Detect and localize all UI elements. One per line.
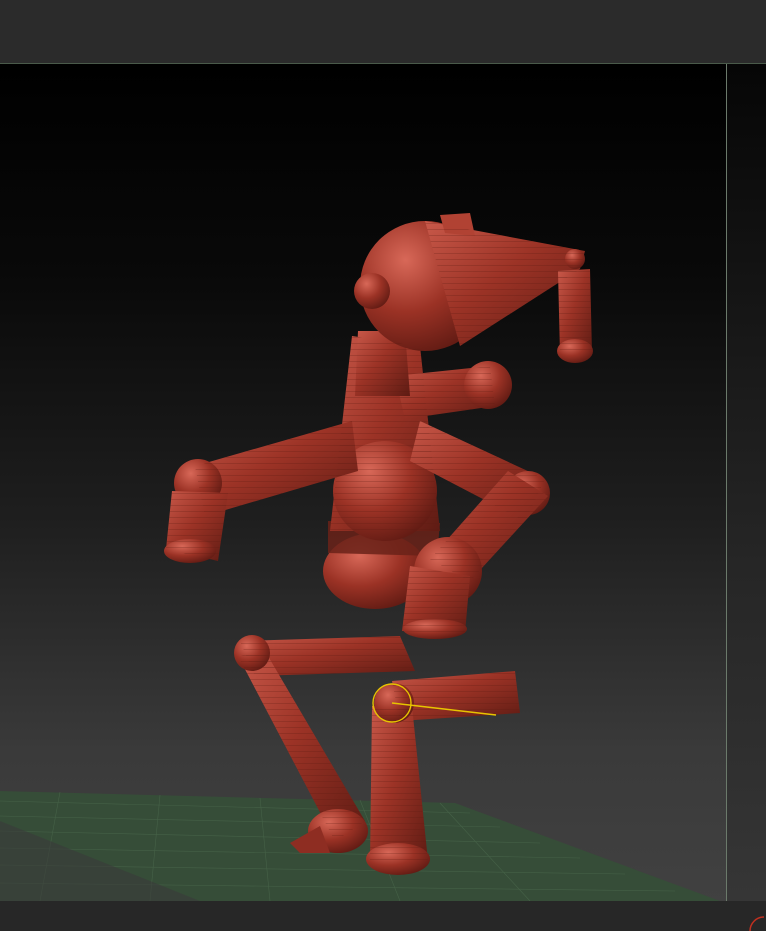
floor-grid [0,791,720,902]
corner-arc-icon [749,916,765,931]
right-shelf [726,64,766,902]
top-toolbar [0,0,766,63]
zsphere-biped[interactable] [164,213,593,875]
bottom-toolbar [0,901,766,931]
viewport-scene[interactable] [0,64,727,902]
document-canvas[interactable] [0,63,766,902]
